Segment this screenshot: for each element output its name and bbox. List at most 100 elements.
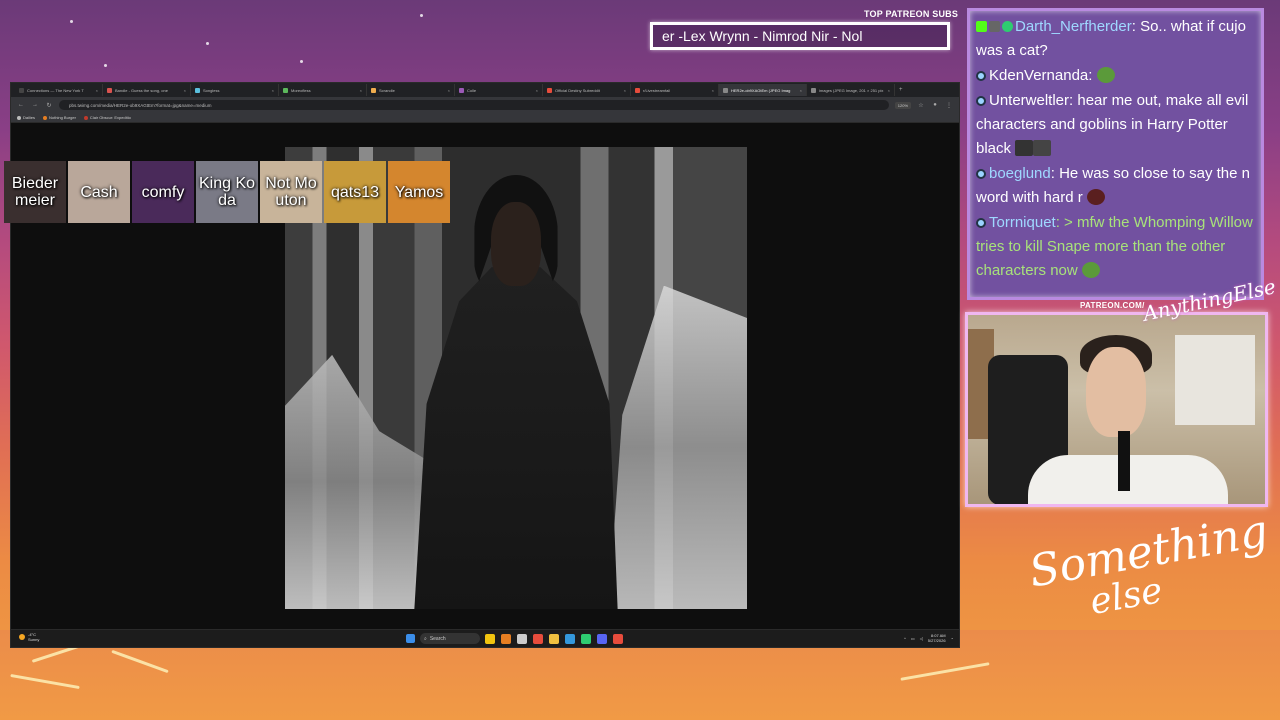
sub-badge: qats13 <box>324 161 386 223</box>
tab-favicon-icon <box>547 87 552 93</box>
webcam-feed <box>965 312 1268 507</box>
search-icon: ⌕ <box>424 635 427 642</box>
taskbar-app-icon[interactable] <box>613 633 623 644</box>
verified-badge-icon <box>1002 21 1013 32</box>
chat-username[interactable]: Unterweltler <box>989 92 1069 109</box>
tab-close-icon[interactable]: × <box>536 88 538 93</box>
url-input[interactable]: pbs.twimg.com/media/HER2e-ob9XAGtEm?form… <box>59 100 889 110</box>
tab-label: Moreofless <box>291 87 311 93</box>
tab-close-icon[interactable]: × <box>448 88 450 93</box>
viewer-badge-icon <box>976 96 986 106</box>
chat-username[interactable]: boeglund <box>989 165 1051 182</box>
tab-label: HER2e-ob9XAGtEm (JPEG Imag <box>731 87 791 93</box>
tab-favicon-icon <box>459 87 464 93</box>
tab-close-icon[interactable]: × <box>360 88 362 93</box>
tray-chevron-icon[interactable]: ^ <box>904 636 906 641</box>
pepe-emote-icon <box>1096 67 1115 83</box>
taskbar-app-icon[interactable] <box>485 633 495 644</box>
taskbar-app-icon[interactable] <box>597 633 607 644</box>
browser-tab[interactable]: Colle × <box>455 84 543 96</box>
browser-tab[interactable]: Songless × <box>191 84 279 96</box>
chat-message: boeglund: He was so close to say the n w… <box>976 165 1251 206</box>
tab-close-icon[interactable]: × <box>624 88 626 93</box>
tab-favicon-icon <box>635 87 640 93</box>
browser-tab[interactable]: images (JPEG Image, 201 × 251 pix × <box>807 84 895 96</box>
bookmark-label: Nothing Burger <box>49 115 76 120</box>
browser-tab[interactable]: r/Livestreamfail × <box>631 84 719 96</box>
chat-username[interactable]: KdenVernanda <box>989 67 1088 84</box>
notification-bell-icon[interactable]: ◔ <box>951 636 953 641</box>
chat-message: KdenVernanda: <box>976 64 1255 88</box>
browser-tab[interactable]: Bandle - Guess the song, one × <box>103 84 191 96</box>
browser-tab[interactable]: HER2e-ob9XAGtEm (JPEG Imag × <box>719 84 807 96</box>
tab-favicon-icon <box>723 87 728 93</box>
viewer-badge-icon <box>976 218 986 228</box>
emote-icon <box>1015 140 1034 156</box>
clock[interactable]: 8:07 AM 5/27/2026 <box>928 633 946 643</box>
tab-favicon-icon <box>371 87 376 93</box>
browser-tab[interactable]: Official Destiny Subreddit × <box>543 84 631 96</box>
zoom-indicator[interactable]: 120% <box>894 101 911 109</box>
sub-badges-row: Biedermeier Cash comfy King Koda Not Mouton q… <box>4 161 450 223</box>
browser-tab[interactable]: Connections — The New York T × <box>15 84 103 96</box>
bookmark-star-icon[interactable]: ☆ <box>917 102 925 109</box>
tab-close-icon[interactable]: × <box>712 88 714 93</box>
sub-badge: King Koda <box>196 161 258 223</box>
tab-close-icon[interactable]: × <box>272 88 274 93</box>
taskbar-search-label: Search <box>429 635 446 642</box>
taskbar-app-icon[interactable] <box>549 633 559 644</box>
windows-taskbar: -4°C Sunny ⌕ Search ^ ▭ ◁ 8:07 AM 5/27/2… <box>11 629 959 647</box>
viewer-badge-icon <box>976 169 986 179</box>
star-decoration <box>70 20 73 23</box>
bookmark-favicon-icon <box>43 115 48 120</box>
sub-badge-icon <box>989 21 1000 32</box>
tab-label: Songless <box>203 87 220 93</box>
something-else-logo: Something else <box>1024 505 1271 630</box>
bookmark-item[interactable]: Dailies <box>17 115 35 120</box>
tab-label: Scrandle <box>379 87 395 93</box>
kick-badge-icon <box>976 21 987 32</box>
taskbar-app-icon[interactable] <box>565 633 575 644</box>
taskbar-app-icon[interactable] <box>517 633 527 644</box>
windows-start-icon[interactable] <box>406 634 415 643</box>
network-icon[interactable]: ▭ <box>911 636 915 641</box>
browser-tab[interactable]: Moreofless × <box>279 84 367 96</box>
patreon-subs-ticker: er -Lex Wrynn - Nimrod Nir - Nol <box>650 22 950 50</box>
chat-panel: Darth_Nerfherder: So.. what if cujo was … <box>967 8 1264 300</box>
volume-icon[interactable]: ◁ <box>920 636 923 641</box>
taskbar-app-icon[interactable] <box>581 633 591 644</box>
tab-favicon-icon <box>107 87 112 93</box>
extensions-icon[interactable]: ● <box>931 102 939 108</box>
chat-username[interactable]: Darth_Nerfherder <box>1015 18 1132 35</box>
chat-message: Torrniquet: > mfw the Whomping Willow tr… <box>976 214 1253 279</box>
bookmark-item[interactable]: Nothing Burger <box>43 115 76 120</box>
tab-label: r/Livestreamfail <box>643 87 671 93</box>
star-decoration <box>300 60 303 63</box>
tab-close-icon[interactable]: × <box>800 88 802 93</box>
taskbar-app-icon[interactable] <box>533 633 543 644</box>
menu-icon[interactable]: ⋮ <box>945 102 953 109</box>
new-tab-button[interactable]: + <box>899 87 903 93</box>
tab-favicon-icon <box>195 87 200 93</box>
weather-widget[interactable]: -4°C Sunny <box>19 632 39 642</box>
taskbar-app-icon[interactable] <box>501 633 511 644</box>
tab-close-icon[interactable]: × <box>96 88 98 93</box>
bookmark-favicon-icon <box>83 115 88 120</box>
forward-button[interactable]: → <box>31 102 39 108</box>
weather-desc: Sunny <box>28 637 40 642</box>
viewer-badge-icon <box>976 71 986 81</box>
bookmark-item[interactable]: Clair Obscur: Expeditio <box>83 115 131 120</box>
sun-icon <box>19 634 25 640</box>
photo-cloaked-figure <box>414 267 618 609</box>
tab-close-icon[interactable]: × <box>888 88 890 93</box>
reload-button[interactable]: ↻ <box>45 102 53 109</box>
browser-tab[interactable]: Scrandle × <box>367 84 455 96</box>
bookmark-label: Dailies <box>23 115 36 120</box>
tab-close-icon[interactable]: × <box>184 88 186 93</box>
chat-username[interactable]: Torrniquet <box>989 214 1056 231</box>
back-button[interactable]: ← <box>17 102 25 108</box>
tab-label: images (JPEG Image, 201 × 251 pix <box>819 87 884 93</box>
taskbar-search[interactable]: ⌕ Search <box>420 633 480 644</box>
photo-snow-right <box>608 285 747 609</box>
tab-favicon-icon <box>19 87 24 93</box>
